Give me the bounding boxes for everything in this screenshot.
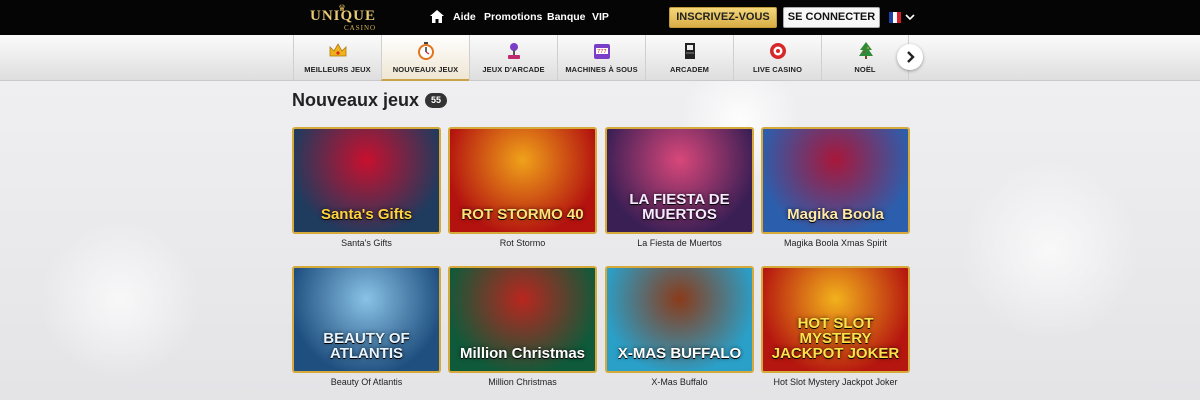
unique-casino-logo[interactable]: ♛ UNIQUE CASINO	[308, 3, 386, 33]
game-art-title: Santa's Gifts	[320, 206, 413, 223]
register-button[interactable]: INSCRIVEZ-VOUS	[669, 7, 777, 28]
top-navigation-bar: ♛ UNIQUE CASINO Aide Promotions Banque V…	[0, 0, 1200, 35]
game-name[interactable]: Santa's Gifts	[292, 237, 441, 249]
game-tile[interactable]: ROT STORMO 40 Rot Stormo	[448, 127, 597, 249]
category-bar: MEILLEURS JEUX NOUVEAUX JEUX JEUX D'ARCA…	[0, 35, 1200, 81]
chevron-down-icon[interactable]	[905, 12, 915, 22]
joystick-icon	[508, 43, 520, 59]
game-tile[interactable]: HOT SLOT MYSTERY JACKPOT JOKER Hot Slot M…	[761, 266, 910, 388]
category-label: NOËL	[854, 65, 876, 74]
game-art-title: LA FIESTA DE MUERTOS	[629, 191, 730, 223]
category-label: MACHINES À SOUS	[565, 65, 638, 74]
game-name[interactable]: X-Mas Buffalo	[605, 376, 754, 388]
svg-text:777: 777	[597, 49, 607, 55]
category-label: JEUX D'ARCADE	[482, 65, 545, 74]
game-name[interactable]: Beauty Of Atlantis	[292, 376, 441, 388]
crown-icon	[329, 43, 347, 57]
game-tile[interactable]: Santa's Gifts Santa's Gifts	[292, 127, 441, 249]
game-name[interactable]: Hot Slot Mystery Jackpot Joker	[761, 376, 910, 388]
game-thumbnail[interactable]: Santa's Gifts	[292, 127, 441, 234]
roulette-chip-icon	[770, 43, 786, 59]
category-tab-nouveaux-jeux[interactable]: NOUVEAUX JEUX	[381, 35, 469, 81]
category-tab-noel[interactable]: NOËL	[821, 35, 909, 81]
category-label: NOUVEAUX JEUX	[392, 65, 459, 74]
game-art-title: ROT STORMO 40	[461, 206, 584, 223]
chevron-right-icon	[907, 51, 915, 63]
logo-subtext: CASINO	[344, 24, 377, 32]
game-thumbnail[interactable]: Million Christmas	[448, 266, 597, 373]
nav-link-banque[interactable]: Banque	[547, 11, 586, 23]
game-thumbnail[interactable]: HOT SLOT MYSTERY JACKPOT JOKER	[761, 266, 910, 373]
game-thumbnail[interactable]: BEAUTY OF ATLANTIS	[292, 266, 441, 373]
game-art-title: Magika Boola	[787, 206, 884, 223]
slot-machine-icon: 777	[594, 44, 610, 59]
category-tab-arcadem[interactable]: ARCADEM	[645, 35, 733, 81]
game-count-badge: 55	[425, 93, 448, 108]
logo-text: UNIQUE	[310, 8, 377, 24]
arcade-cabinet-icon	[685, 43, 695, 59]
game-thumbnail[interactable]: Magika Boola	[761, 127, 910, 234]
game-name[interactable]: Rot Stormo	[448, 237, 597, 249]
game-name[interactable]: Million Christmas	[448, 376, 597, 388]
game-tile[interactable]: BEAUTY OF ATLANTIS Beauty Of Atlantis	[292, 266, 441, 388]
categories-next-button[interactable]	[897, 44, 923, 70]
category-label: MEILLEURS JEUX	[304, 65, 371, 74]
stopwatch-icon	[418, 42, 434, 60]
page-title: Nouveaux jeux	[292, 90, 420, 110]
game-tile[interactable]: Million Christmas Million Christmas	[448, 266, 597, 388]
french-flag-icon[interactable]	[889, 12, 901, 23]
category-label: LIVE CASINO	[752, 65, 803, 74]
game-art-title: Million Christmas	[459, 345, 586, 362]
home-icon[interactable]	[430, 10, 444, 23]
game-thumbnail[interactable]: ROT STORMO 40	[448, 127, 597, 234]
game-name[interactable]: Magika Boola Xmas Spirit	[761, 237, 910, 249]
category-tab-jeux-arcade[interactable]: JEUX D'ARCADE	[469, 35, 557, 81]
nav-link-aide[interactable]: Aide	[453, 11, 476, 23]
game-tile[interactable]: X-MAS BUFFALO X-Mas Buffalo	[605, 266, 754, 388]
game-tile[interactable]: Magika Boola Magika Boola Xmas Spirit	[761, 127, 910, 249]
category-label: ARCADEM	[669, 65, 710, 74]
nav-link-promotions[interactable]: Promotions	[484, 11, 542, 23]
login-button[interactable]: SE CONNECTER	[783, 7, 880, 28]
game-name[interactable]: La Fiesta de Muertos	[605, 237, 754, 249]
category-tab-live-casino[interactable]: LIVE CASINO	[733, 35, 821, 81]
game-thumbnail[interactable]: X-MAS BUFFALO	[605, 266, 754, 373]
christmas-tree-icon	[859, 42, 873, 59]
game-art-title: X-MAS BUFFALO	[617, 345, 742, 362]
game-tile[interactable]: LA FIESTA DE MUERTOS La Fiesta de Muertos	[605, 127, 754, 249]
game-art-title: HOT SLOT MYSTERY JACKPOT JOKER	[771, 315, 900, 362]
nav-link-vip[interactable]: VIP	[592, 11, 609, 23]
game-thumbnail[interactable]: LA FIESTA DE MUERTOS	[605, 127, 754, 234]
game-art-title: BEAUTY OF ATLANTIS	[323, 330, 410, 362]
category-tab-meilleurs-jeux[interactable]: MEILLEURS JEUX	[293, 35, 381, 81]
category-tab-machines-a-sous[interactable]: 777 MACHINES À SOUS	[557, 35, 645, 81]
